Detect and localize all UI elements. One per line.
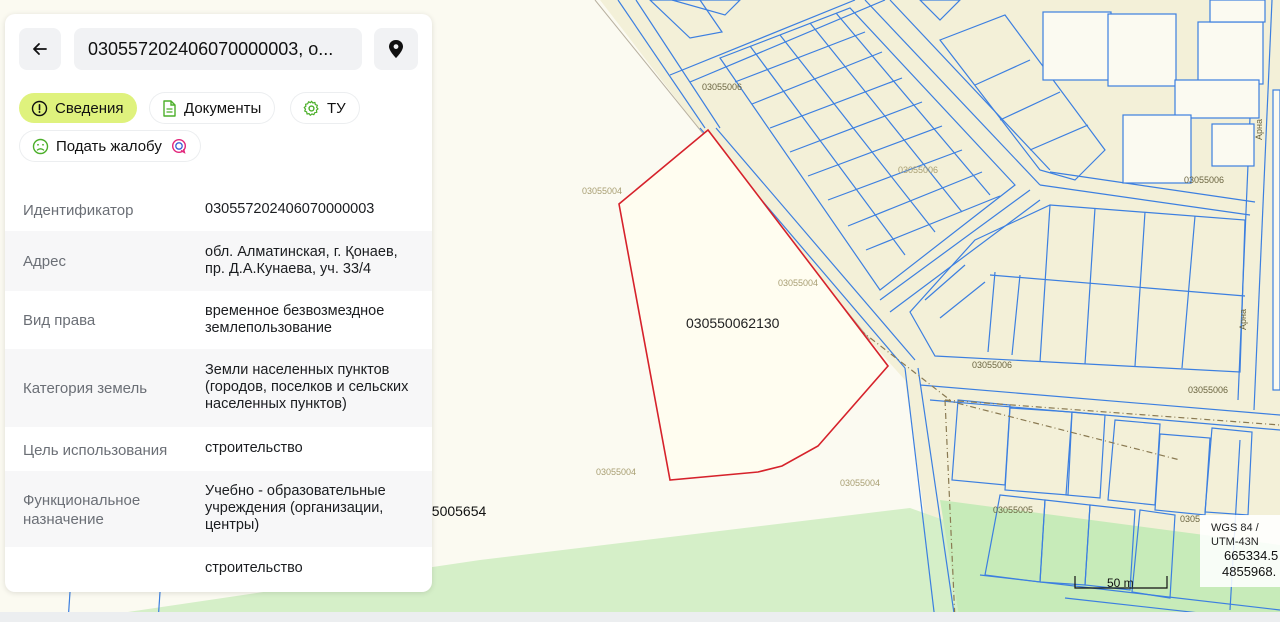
chat-bubble-icon — [171, 138, 186, 154]
tab-tu-label: ТУ — [327, 99, 346, 117]
detail-value: строительство — [205, 440, 303, 456]
detail-key: Идентификатор — [23, 202, 134, 219]
tab-info[interactable]: Сведения — [19, 93, 137, 123]
detail-key: Адрес — [23, 253, 66, 270]
detail-row-function: Функциональное назначение Учебно - образ… — [5, 471, 432, 547]
quarter-label: 03055006 — [1188, 385, 1228, 395]
detail-value: Учебно - образовательные учреждения (орг… — [205, 483, 386, 533]
document-icon — [163, 99, 176, 117]
detail-value: обл. Алматинская, г. Қонаев, пр. Д.А.Кун… — [205, 244, 398, 277]
tab-complaint[interactable]: Подать жалобу — [20, 131, 200, 161]
street-label: Арна — [1238, 309, 1248, 330]
quarter-label: 03055005 — [993, 505, 1033, 515]
back-button[interactable] — [19, 28, 61, 70]
parcel-info-panel: 030557202406070000003, о... Сведения Док… — [5, 14, 432, 592]
coordinates-readout: WGS 84 / UTM-43N 665334.5 4855968. — [1200, 515, 1280, 587]
detail-row-land-category: Категория земель Земли населенных пункто… — [5, 349, 432, 427]
tab-complaint-label: Подать жалобу — [56, 137, 162, 155]
detail-key: Функциональное назначение — [23, 492, 141, 528]
detail-value: строительство — [205, 560, 303, 576]
bottom-strip — [0, 612, 1280, 622]
parcel-title: 030557202406070000003, о... — [88, 38, 334, 59]
crs-label: WGS 84 / UTM-43N — [1211, 522, 1259, 548]
detail-value: Земли населенных пунктов (городов, посел… — [205, 362, 409, 412]
coordinate-x: 665334.5 — [1224, 548, 1279, 563]
detail-row-right-type: Вид права временное безвозмездное землеп… — [5, 291, 432, 349]
parcel-title-field[interactable]: 030557202406070000003, о... — [74, 28, 362, 70]
detail-row-purpose: Цель использования строительство — [5, 427, 432, 471]
quarter-label: 03055004 — [582, 186, 622, 196]
tab-info-label: Сведения — [55, 99, 124, 117]
quarter-label: 03055006 — [972, 360, 1012, 370]
panel-header: 030557202406070000003, о... — [5, 28, 432, 72]
arrow-left-icon — [33, 43, 47, 55]
quarter-label: 03055006 — [1184, 175, 1224, 185]
quarter-label: 03055006 — [898, 165, 938, 175]
map-pin-icon — [389, 40, 403, 58]
detail-value: временное безвозмездное землепользование — [205, 303, 385, 336]
detail-row-extra: строительство — [5, 547, 432, 591]
tab-documents-label: Документы — [184, 99, 262, 117]
quarter-label: 03055004 — [778, 278, 818, 288]
street-label: Арна — [1254, 119, 1264, 140]
quarter-label: 03055004 — [596, 467, 636, 477]
detail-key: Цель использования — [23, 442, 168, 459]
detail-row-identifier: Идентификатор 030557202406070000003 — [5, 187, 432, 231]
map-parcel-code-partial: 55005654 — [424, 503, 487, 519]
tab-tu[interactable]: ТУ — [291, 93, 359, 123]
scale-label: 50 m — [1107, 576, 1134, 590]
coordinate-y: 4855968. — [1222, 564, 1277, 579]
locate-on-map-button[interactable] — [374, 28, 418, 70]
quarter-label: 03055006 — [702, 82, 742, 92]
parcel-id-label: 030550062130 — [686, 315, 780, 331]
detail-value: 030557202406070000003 — [205, 201, 375, 217]
quarter-label-partial: 0305 — [1180, 514, 1200, 524]
tab-documents[interactable]: Документы — [150, 93, 275, 123]
quarter-label: 03055004 — [840, 478, 880, 488]
sad-face-icon — [32, 138, 49, 154]
gear-icon — [303, 100, 319, 116]
detail-key: Категория земель — [23, 380, 148, 397]
info-icon — [31, 100, 48, 116]
detail-key: Вид права — [23, 312, 96, 329]
detail-row-address: Адрес обл. Алматинская, г. Қонаев, пр. Д… — [5, 231, 432, 291]
